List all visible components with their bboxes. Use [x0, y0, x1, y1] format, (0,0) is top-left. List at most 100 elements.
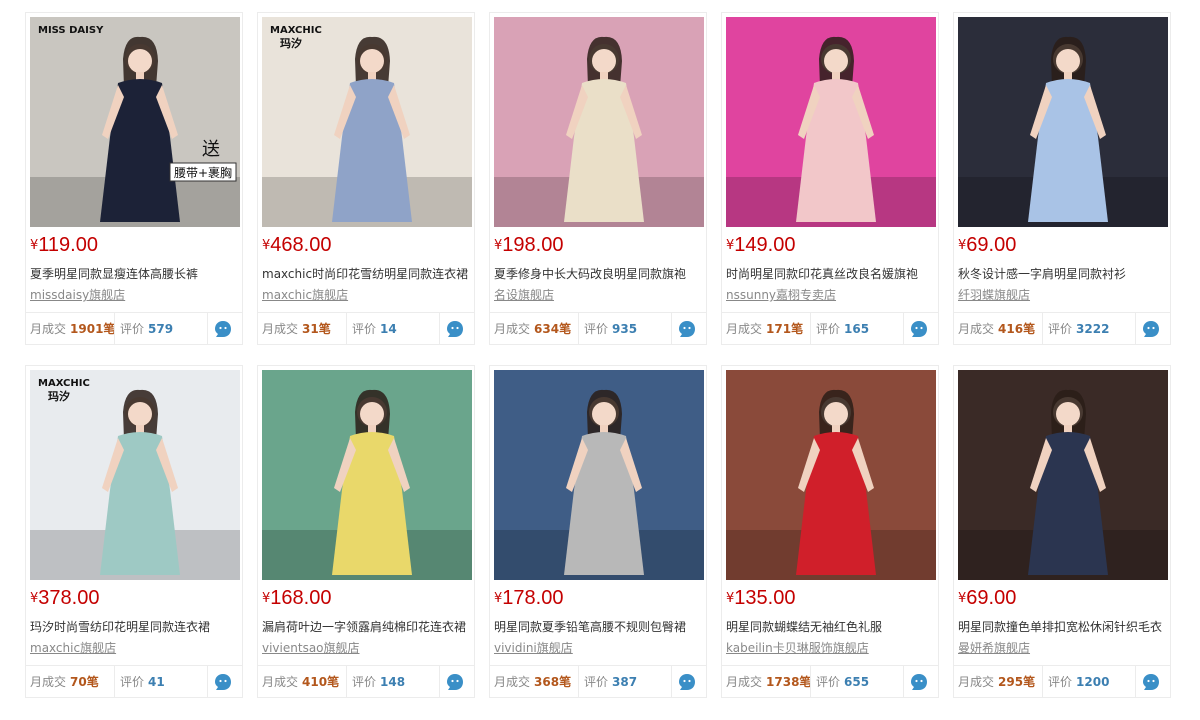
product-photo	[958, 370, 1168, 580]
product-card[interactable]: ¥135.00 明星同款蝴蝶结无袖红色礼服 kabeilin卡贝琳服饰旗舰店 月…	[721, 365, 939, 698]
product-stats: 月成交 295笔 评价 1200	[954, 665, 1170, 698]
price-value: 168.00	[270, 587, 332, 609]
chat-icon[interactable]	[1142, 673, 1160, 691]
review-count[interactable]: 评价 1200	[1048, 666, 1109, 698]
divider	[671, 666, 672, 698]
product-price: ¥198.00	[494, 234, 563, 258]
review-label: 评价	[120, 322, 145, 336]
chat-icon[interactable]	[910, 673, 928, 691]
shop-link[interactable]: vivientsao旗舰店	[262, 640, 360, 656]
monthly-sales-count: 31笔	[302, 322, 331, 336]
divider	[439, 666, 440, 698]
monthly-sales: 月成交 634笔	[494, 313, 577, 345]
divider	[810, 666, 811, 698]
product-card[interactable]: MAXCHIC 玛汐 ¥378.00 玛汐时尚雪纺印花明星同款连衣裙 maxch…	[25, 365, 243, 698]
product-photo: MAXCHIC 玛汐	[30, 370, 240, 580]
shop-link[interactable]: 纤羽蝶旗舰店	[958, 287, 1030, 303]
review-label: 评价	[352, 322, 377, 336]
product-title[interactable]: 时尚明星同款印花真丝改良名媛旗袍	[726, 266, 936, 282]
chat-icon[interactable]	[446, 673, 464, 691]
product-card[interactable]: ¥69.00 秋冬设计感一字肩明星同款衬衫 纤羽蝶旗舰店 月成交 416笔 评价 3…	[953, 12, 1171, 345]
price-value: 178.00	[502, 587, 564, 609]
chat-icon[interactable]	[678, 673, 696, 691]
review-count[interactable]: 评价 14	[352, 313, 397, 345]
product-title[interactable]: 明星同款蝴蝶结无袖红色礼服	[726, 619, 936, 635]
shop-link[interactable]: missdaisy旗舰店	[30, 287, 125, 303]
product-title[interactable]: 明星同款撞色单排扣宽松休闲针织毛衣	[958, 619, 1168, 635]
product-stats: 月成交 171笔 评价 165	[722, 312, 938, 345]
product-title[interactable]: 夏季修身中长大码改良明星同款旗袍	[494, 266, 704, 282]
review-count[interactable]: 评价 148	[352, 666, 405, 698]
divider	[578, 313, 579, 345]
review-count[interactable]: 评价 579	[120, 313, 173, 345]
chat-icon[interactable]	[678, 320, 696, 338]
product-card[interactable]: ¥178.00 明星同款夏季铅笔高腰不规则包臀裙 vividini旗舰店 月成交…	[489, 365, 707, 698]
product-image[interactable]	[494, 17, 704, 227]
review-number: 41	[148, 675, 165, 689]
review-number: 165	[844, 322, 870, 336]
divider	[1135, 313, 1136, 345]
review-count[interactable]: 评价 3222	[1048, 313, 1109, 345]
product-image[interactable]	[494, 370, 704, 580]
price-value: 198.00	[502, 234, 564, 256]
chat-icon[interactable]	[214, 320, 232, 338]
shop-link[interactable]: 名设旗舰店	[494, 287, 554, 303]
monthly-sales-label: 月成交	[30, 322, 67, 336]
monthly-sales: 月成交 1901笔	[30, 313, 116, 345]
product-image[interactable]	[958, 370, 1168, 580]
review-count[interactable]: 评价 387	[584, 666, 637, 698]
product-card[interactable]: ¥168.00 漏肩荷叶边一字领露肩纯棉印花连衣裙 vivientsao旗舰店 …	[257, 365, 475, 698]
product-image[interactable]	[726, 370, 936, 580]
product-grid: MISS DAISY 送 腰带+裹胸 ¥119.00 夏季明星同款显瘦连体高腰长…	[0, 0, 1200, 720]
product-image[interactable]	[726, 17, 936, 227]
shop-link[interactable]: nssunny嘉栩专卖店	[726, 287, 836, 303]
product-stats: 月成交 70笔 评价 41	[26, 665, 242, 698]
divider	[1042, 313, 1043, 345]
review-count[interactable]: 评价 935	[584, 313, 637, 345]
product-stats: 月成交 31笔 评价 14	[258, 312, 474, 345]
review-count[interactable]: 评价 165	[816, 313, 869, 345]
shop-link[interactable]: maxchic旗舰店	[262, 287, 348, 303]
product-card[interactable]: MISS DAISY 送 腰带+裹胸 ¥119.00 夏季明星同款显瘦连体高腰长…	[25, 12, 243, 345]
product-price: ¥69.00	[958, 234, 1016, 258]
shop-link[interactable]: maxchic旗舰店	[30, 640, 116, 656]
chat-icon[interactable]	[1142, 320, 1160, 338]
product-image[interactable]	[262, 370, 472, 580]
product-stats: 月成交 1738笔 评价 655	[722, 665, 938, 698]
divider	[439, 313, 440, 345]
monthly-sales-count: 295笔	[998, 675, 1036, 689]
product-image[interactable]: MAXCHIC 玛汐	[262, 17, 472, 227]
product-card[interactable]: MAXCHIC 玛汐 ¥468.00 maxchic时尚印花雪纺明星同款连衣裙 …	[257, 12, 475, 345]
svg-text:玛汐: 玛汐	[280, 36, 302, 50]
chat-icon[interactable]	[446, 320, 464, 338]
price-value: 135.00	[734, 587, 796, 609]
product-title[interactable]: maxchic时尚印花雪纺明星同款连衣裙	[262, 266, 472, 282]
chat-icon[interactable]	[910, 320, 928, 338]
review-label: 评价	[584, 675, 609, 689]
product-title[interactable]: 漏肩荷叶边一字领露肩纯棉印花连衣裙	[262, 619, 472, 635]
monthly-sales-count: 1901笔	[70, 322, 116, 336]
product-title[interactable]: 明星同款夏季铅笔高腰不规则包臀裙	[494, 619, 704, 635]
product-photo	[726, 370, 936, 580]
chat-icon[interactable]	[214, 673, 232, 691]
review-count[interactable]: 评价 41	[120, 666, 165, 698]
product-card[interactable]: ¥69.00 明星同款撞色单排扣宽松休闲针织毛衣 曼妍希旗舰店 月成交 295笔 …	[953, 365, 1171, 698]
product-photo: MISS DAISY 送 腰带+裹胸	[30, 17, 240, 227]
product-card[interactable]: ¥198.00 夏季修身中长大码改良明星同款旗袍 名设旗舰店 月成交 634笔 评…	[489, 12, 707, 345]
review-label: 评价	[352, 675, 377, 689]
shop-link[interactable]: vividini旗舰店	[494, 640, 573, 656]
product-title[interactable]: 秋冬设计感一字肩明星同款衬衫	[958, 266, 1168, 282]
product-image[interactable]	[958, 17, 1168, 227]
shop-link[interactable]: kabeilin卡贝琳服饰旗舰店	[726, 640, 869, 656]
product-card[interactable]: ¥149.00 时尚明星同款印花真丝改良名媛旗袍 nssunny嘉栩专卖店 月成…	[721, 12, 939, 345]
divider	[346, 313, 347, 345]
product-image[interactable]: MISS DAISY 送 腰带+裹胸	[30, 17, 240, 227]
review-count[interactable]: 评价 655	[816, 666, 869, 698]
product-title[interactable]: 玛汐时尚雪纺印花明星同款连衣裙	[30, 619, 240, 635]
product-image[interactable]: MAXCHIC 玛汐	[30, 370, 240, 580]
product-price: ¥178.00	[494, 587, 563, 611]
review-number: 935	[612, 322, 638, 336]
monthly-sales: 月成交 1738笔	[726, 666, 811, 698]
product-title[interactable]: 夏季明星同款显瘦连体高腰长裤	[30, 266, 240, 282]
shop-link[interactable]: 曼妍希旗舰店	[958, 640, 1030, 656]
